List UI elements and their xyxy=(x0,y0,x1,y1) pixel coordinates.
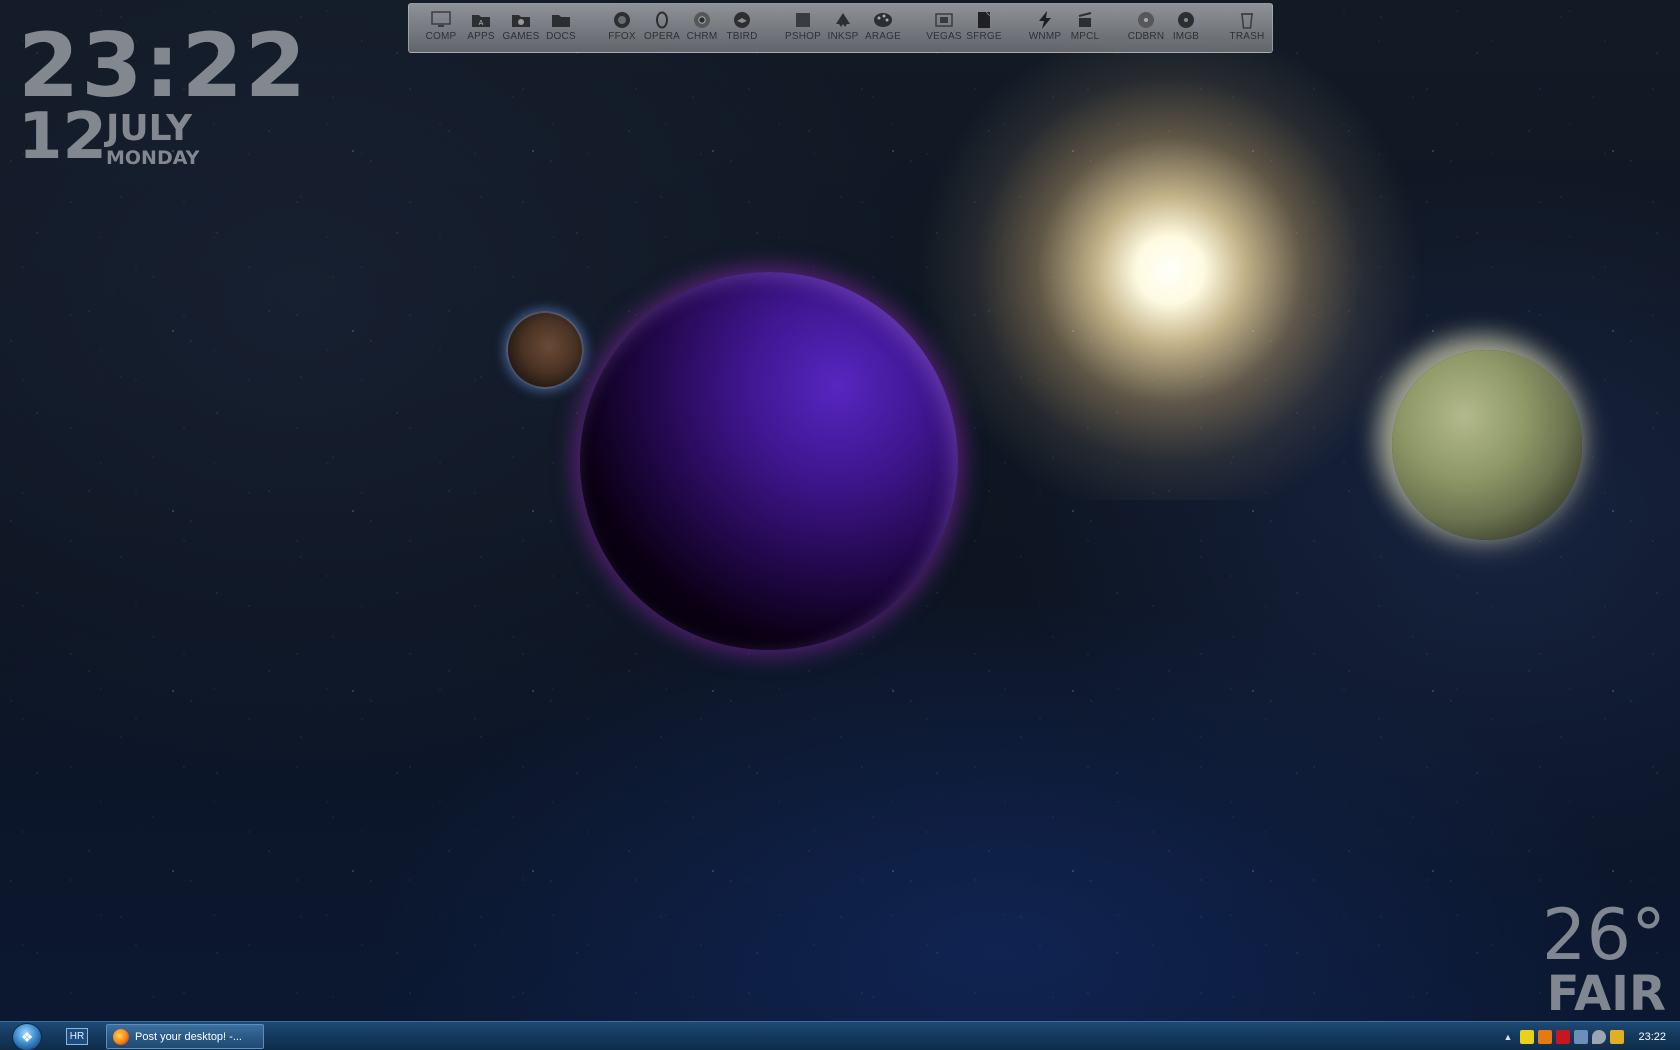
trash-icon xyxy=(1241,13,1253,29)
dock-item-tbird[interactable]: TBIRD xyxy=(722,4,762,50)
dock-label: TBIRD xyxy=(726,31,758,42)
dock-item-apps[interactable]: A APPS xyxy=(461,4,501,50)
small-moon-image xyxy=(506,311,584,389)
dock-label: IMGB xyxy=(1172,31,1200,42)
dock-label: GAMES xyxy=(502,31,540,42)
winamp-icon xyxy=(1039,11,1051,29)
clock-weekday: MONDAY xyxy=(106,147,200,169)
volume-tray-icon[interactable] xyxy=(1610,1029,1625,1044)
clock-day: 12 xyxy=(18,100,108,174)
dock-item-opera[interactable]: OPERA xyxy=(642,4,682,50)
dock-label: MPCL xyxy=(1070,31,1100,42)
dock-label: FFOX xyxy=(608,31,636,42)
k-tray-icon[interactable] xyxy=(1538,1029,1553,1044)
dock-item-chrm[interactable]: CHRM xyxy=(682,4,722,50)
dock-label: CHRM xyxy=(686,31,718,42)
dock-item-games[interactable]: GAMES xyxy=(501,4,541,50)
dock-label: APPS xyxy=(467,31,495,42)
tray-clock[interactable]: 23:22 xyxy=(1638,1031,1666,1043)
dock-label: CDBRN xyxy=(1127,31,1165,42)
weather-temperature: 26° xyxy=(1541,894,1666,976)
thunderbird-icon xyxy=(734,12,750,28)
docs-folder-icon xyxy=(552,15,570,27)
network-tray-icon[interactable] xyxy=(1574,1029,1589,1044)
windows-logo-icon: ❖ xyxy=(20,1028,34,1045)
imgburn-icon xyxy=(1178,12,1194,28)
start-button[interactable]: ❖ xyxy=(12,1023,42,1050)
dock-label: WNMP xyxy=(1028,31,1062,42)
dock-item-pshop[interactable]: PSHOP xyxy=(783,4,823,50)
clock-time: 23:22 xyxy=(18,14,309,117)
firefox-icon xyxy=(614,12,630,28)
dock-item-ffox[interactable]: FFOX xyxy=(602,4,642,50)
dock-item-sfrge[interactable]: SFRGE xyxy=(964,4,1004,50)
firefox-icon xyxy=(113,1028,129,1045)
monitor-icon xyxy=(431,11,451,27)
dock-item-comp[interactable]: COMP xyxy=(421,4,461,50)
dock-label: OPERA xyxy=(643,31,680,42)
dock-label: SFRGE xyxy=(966,31,1002,42)
shield-tray-icon[interactable] xyxy=(1520,1029,1535,1044)
dock-label: DOCS xyxy=(546,31,576,42)
dock-item-imgb[interactable]: IMGB xyxy=(1166,4,1206,50)
purple-planet-image xyxy=(580,272,958,650)
dock-label: VEGAS xyxy=(926,31,962,42)
dock-label: INKSP xyxy=(827,31,859,42)
artrage-icon xyxy=(874,13,892,27)
dock-item-mpcl[interactable]: MPCL xyxy=(1065,4,1105,50)
weather-widget: 26° FAIR xyxy=(1542,900,1666,1018)
photoshop-icon xyxy=(796,13,810,27)
cd-burner-icon xyxy=(1138,12,1154,28)
clock-month: JULY xyxy=(106,108,193,149)
dock-label: PSHOP xyxy=(784,31,821,42)
taskbar-button-firefox-window[interactable]: Post your desktop! -... xyxy=(106,1024,264,1049)
system-tray: ▲ 23:22 xyxy=(1410,1022,1680,1050)
dock-item-vegas[interactable]: VEGAS xyxy=(924,4,964,50)
vegas-icon xyxy=(935,13,953,27)
dock-item-arage[interactable]: ARAGE xyxy=(863,4,903,50)
dock-label: ARAGE xyxy=(864,31,901,42)
dock-item-docs[interactable]: DOCS xyxy=(541,4,581,50)
media-player-classic-icon xyxy=(1078,12,1092,27)
soundforge-icon xyxy=(978,11,991,28)
dock-item-wnmp[interactable]: WNMP xyxy=(1025,4,1065,50)
dock-label: TRASH xyxy=(1229,31,1265,42)
chrome-icon xyxy=(694,12,710,28)
svg-text:A: A xyxy=(479,20,484,27)
dock: COMP A APPS GAMES DOCS FFOX OPERA CHRM T… xyxy=(408,3,1273,53)
show-hidden-icons-icon[interactable]: ▲ xyxy=(1504,1032,1513,1042)
dock-label: COMP xyxy=(425,31,457,42)
clock-widget: 23:22 12 JULY MONDAY xyxy=(18,14,309,174)
clock-date: 12 JULY MONDAY xyxy=(18,100,308,174)
opera-icon xyxy=(656,11,668,29)
ati-tray-icon[interactable] xyxy=(1556,1029,1571,1044)
drop-tray-icon[interactable] xyxy=(1592,1029,1607,1044)
taskbar: ❖ HR Post your desktop! -... ▲ 23:22 xyxy=(0,1021,1680,1050)
weather-condition: FAIR xyxy=(1546,966,1666,1022)
inkscape-icon xyxy=(836,13,850,27)
quick-launch-hr[interactable]: HR xyxy=(66,1028,88,1045)
taskbar-button-label: Post your desktop! -... xyxy=(135,1030,242,1043)
dock-item-trash[interactable]: TRASH xyxy=(1227,4,1267,50)
apps-folder-icon: A xyxy=(472,15,490,27)
games-folder-icon xyxy=(512,15,530,27)
dock-item-inksp[interactable]: INKSP xyxy=(823,4,863,50)
dock-item-cdbrn[interactable]: CDBRN xyxy=(1126,4,1166,50)
green-planet-image xyxy=(1392,350,1582,540)
